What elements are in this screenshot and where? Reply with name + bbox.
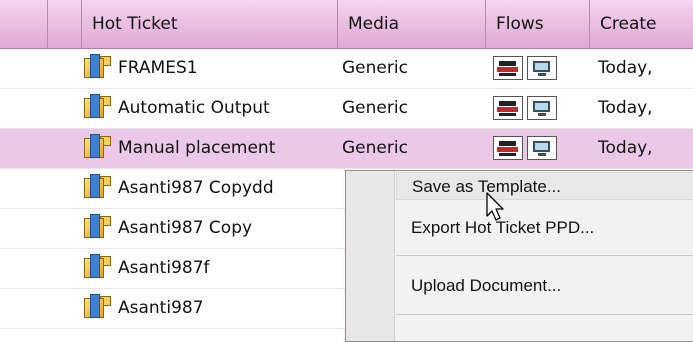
hot-ticket-icon	[82, 254, 112, 278]
row-name-cell: Asanti987	[82, 289, 332, 328]
row-name: Automatic Output	[118, 98, 270, 118]
header-status-cell[interactable]	[48, 0, 82, 48]
row-media: Generic	[342, 138, 408, 158]
monitor-icon[interactable]	[527, 136, 557, 160]
row-name: Manual placement	[118, 138, 276, 158]
row-flows	[493, 89, 589, 128]
printer-icon[interactable]	[493, 56, 523, 80]
menu-separator	[396, 255, 693, 256]
row-name-cell: Asanti987 Copydd	[82, 169, 332, 208]
menu-item-upload-document[interactable]: Upload Document...	[411, 272, 561, 300]
header-selector-cell[interactable]	[0, 0, 48, 48]
hot-ticket-icon	[82, 174, 112, 198]
mouse-cursor-icon	[486, 192, 504, 221]
menu-separator	[396, 314, 693, 315]
row-name: Asanti987 Copydd	[118, 178, 274, 198]
row-created: Today,	[598, 98, 653, 118]
context-menu: Save as Template... Export Hot Ticket PP…	[345, 170, 693, 342]
row-media: Generic	[342, 58, 408, 78]
row-name: Asanti987 Copy	[118, 218, 253, 238]
row-name: FRAMES1	[118, 58, 198, 78]
printer-icon[interactable]	[493, 96, 523, 120]
row-flows	[493, 129, 589, 168]
row-name-cell: Asanti987 Copy	[82, 209, 332, 248]
column-header-hot-ticket[interactable]: Hot Ticket	[82, 0, 338, 48]
row-name-cell: Manual placement	[82, 129, 332, 168]
printer-icon[interactable]	[493, 136, 523, 160]
row-name-cell: Asanti987f	[82, 249, 332, 288]
hot-ticket-icon	[82, 294, 112, 318]
row-name: Asanti987f	[118, 258, 210, 278]
column-header-created[interactable]: Create	[590, 0, 693, 48]
table-row-selected[interactable]: Manual placement Generic Today,	[0, 129, 693, 169]
row-created: Today,	[598, 58, 653, 78]
column-header-flows[interactable]: Flows	[486, 0, 590, 48]
row-media: Generic	[342, 98, 408, 118]
menu-item-save-as-template[interactable]: Save as Template...	[396, 172, 693, 200]
row-name-cell: Automatic Output	[82, 89, 332, 128]
row-flows	[493, 49, 589, 88]
menu-icon-gutter	[346, 171, 395, 341]
table-row[interactable]: FRAMES1 Generic Today,	[0, 49, 693, 89]
hot-ticket-icon	[82, 94, 112, 118]
monitor-icon[interactable]	[527, 56, 557, 80]
row-name: Asanti987	[118, 298, 204, 318]
column-header-media[interactable]: Media	[338, 0, 486, 48]
table-row[interactable]: Automatic Output Generic Today,	[0, 89, 693, 129]
monitor-icon[interactable]	[527, 96, 557, 120]
hot-ticket-icon	[82, 214, 112, 238]
row-created: Today,	[598, 138, 653, 158]
hot-ticket-icon	[82, 54, 112, 78]
table-header: Hot Ticket Media Flows Create	[0, 0, 693, 49]
row-name-cell: FRAMES1	[82, 49, 332, 88]
hot-ticket-icon	[82, 134, 112, 158]
